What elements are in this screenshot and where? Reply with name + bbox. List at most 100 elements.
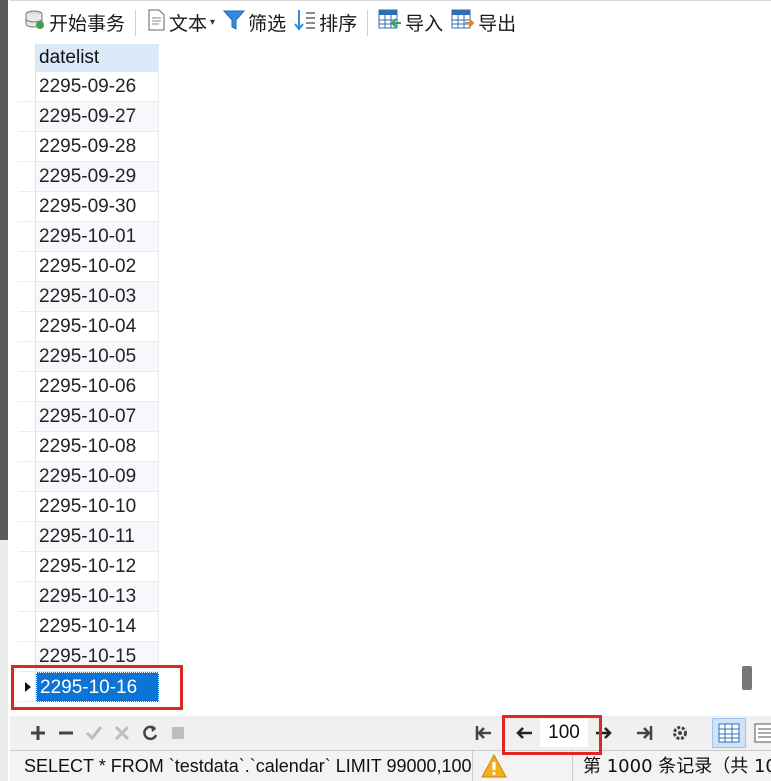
toolbar: 开始事务 文本 ▾ 筛选 排序 导入 导出	[10, 0, 771, 44]
minus-icon[interactable]	[52, 719, 80, 747]
table-cell-datelist[interactable]: 2295-10-01	[36, 222, 159, 252]
form-view-icon[interactable]	[748, 718, 771, 748]
table-row[interactable]: 2295-10-05	[18, 342, 159, 372]
sql-statement: SELECT * FROM `testdata`.`calendar` LIMI…	[24, 755, 472, 776]
result-grid: datelist 2295-09-26 2295-09-27 2295-09-28 2…	[18, 44, 159, 702]
vertical-scrollbar[interactable]	[735, 44, 771, 716]
table-cell-datelist[interactable]: 2295-10-03	[36, 282, 159, 312]
table-row[interactable]: 2295-10-10	[18, 492, 159, 522]
result-grid-area: datelist 2295-09-26 2295-09-27 2295-09-28 2…	[18, 44, 735, 716]
row-header[interactable]	[18, 282, 36, 312]
row-header[interactable]	[18, 552, 36, 582]
table-row[interactable]: 2295-10-06	[18, 372, 159, 402]
table-row[interactable]: 2295-10-11	[18, 522, 159, 552]
document-icon	[146, 9, 169, 36]
table-cell-datelist[interactable]: 2295-10-04	[36, 312, 159, 342]
begin-transaction-button[interactable]: 开始事务	[20, 8, 129, 38]
table-row[interactable]: 2295-09-28	[18, 132, 159, 162]
database-icon	[24, 9, 49, 36]
table-row[interactable]: 2295-10-12	[18, 552, 159, 582]
cross-icon[interactable]	[108, 719, 136, 747]
table-cell-datelist[interactable]: 2295-10-02	[36, 252, 159, 282]
table-cell-datelist[interactable]: 2295-09-29	[36, 162, 159, 192]
table-row[interactable]: 2295-10-09	[18, 462, 159, 492]
column-header-datelist[interactable]: datelist	[36, 44, 159, 72]
row-header[interactable]	[18, 582, 36, 612]
table-row[interactable]: 2295-10-02	[18, 252, 159, 282]
table-cell-datelist[interactable]: 2295-10-09	[36, 462, 159, 492]
stop-icon[interactable]	[164, 719, 192, 747]
table-cell-datelist[interactable]: 2295-10-13	[36, 582, 159, 612]
export-button[interactable]: 导出	[447, 8, 520, 38]
table-row[interactable]: 2295-10-07	[18, 402, 159, 432]
table-cell-datelist[interactable]: 2295-09-26	[36, 72, 159, 102]
table-cell-datelist[interactable]: 2295-10-08	[36, 432, 159, 462]
table-cell-datelist[interactable]: 2295-10-07	[36, 402, 159, 432]
filter-icon	[222, 9, 248, 36]
left-panel-edge	[0, 0, 8, 540]
table-cell-datelist[interactable]: 2295-10-06	[36, 372, 159, 402]
row-header[interactable]	[18, 402, 36, 432]
table-row[interactable]: 2295-10-13	[18, 582, 159, 612]
table-row[interactable]: 2295-09-26	[18, 72, 159, 102]
row-header[interactable]	[18, 222, 36, 252]
import-button[interactable]: 导入	[374, 8, 447, 38]
table-cell-datelist[interactable]: 2295-09-28	[36, 132, 159, 162]
gear-icon[interactable]	[666, 719, 694, 747]
import-label: 导入	[405, 13, 444, 35]
table-cell-datelist[interactable]: 2295-09-30	[36, 192, 159, 222]
grid-header: datelist	[18, 44, 159, 72]
plus-icon[interactable]	[24, 719, 52, 747]
refresh-icon[interactable]	[136, 719, 164, 747]
row-header[interactable]	[18, 372, 36, 402]
row-header[interactable]	[18, 432, 36, 462]
table-row[interactable]: 2295-09-30	[18, 192, 159, 222]
row-header[interactable]	[18, 252, 36, 282]
highlight-selected-row	[11, 665, 183, 710]
table-cell-datelist[interactable]: 2295-10-05	[36, 342, 159, 372]
table-row[interactable]: 2295-10-01	[18, 222, 159, 252]
row-header[interactable]	[18, 162, 36, 192]
table-cell-datelist[interactable]: 2295-10-14	[36, 612, 159, 642]
last-page-icon[interactable]	[630, 719, 658, 747]
text-label: 文本	[169, 13, 208, 35]
export-icon	[451, 8, 478, 37]
table-row[interactable]: 2295-10-08	[18, 432, 159, 462]
import-icon	[378, 8, 405, 37]
row-header[interactable]	[18, 612, 36, 642]
row-header[interactable]	[18, 312, 36, 342]
table-row[interactable]: 2295-10-04	[18, 312, 159, 342]
filter-button[interactable]: 筛选	[219, 8, 290, 38]
row-header[interactable]	[18, 192, 36, 222]
table-cell-datelist[interactable]: 2295-09-27	[36, 102, 159, 132]
row-header[interactable]	[18, 132, 36, 162]
table-row[interactable]: 2295-09-27	[18, 102, 159, 132]
table-row[interactable]: 2295-10-14	[18, 612, 159, 642]
sort-button[interactable]: 排序	[290, 8, 361, 38]
row-header[interactable]	[18, 102, 36, 132]
row-header-corner[interactable]	[18, 44, 36, 72]
warning-icon[interactable]	[472, 750, 572, 781]
begin-transaction-label: 开始事务	[49, 13, 126, 35]
table-cell-datelist[interactable]: 2295-10-12	[36, 552, 159, 582]
text-button[interactable]: 文本 ▾	[142, 8, 219, 38]
highlight-page-size	[502, 715, 602, 755]
scrollbar-thumb[interactable]	[742, 666, 752, 690]
first-page-icon[interactable]	[470, 719, 498, 747]
table-row[interactable]: 2295-10-03	[18, 282, 159, 312]
grid-view-icon[interactable]	[712, 718, 746, 748]
table-row[interactable]: 2295-09-29	[18, 162, 159, 192]
row-header[interactable]	[18, 72, 36, 102]
toolbar-divider	[367, 9, 369, 36]
sort-label: 排序	[319, 13, 358, 35]
row-header[interactable]	[18, 462, 36, 492]
grid-rows: 2295-09-26 2295-09-27 2295-09-28 2295-09-29…	[18, 72, 159, 702]
check-icon[interactable]	[80, 719, 108, 747]
table-cell-datelist[interactable]: 2295-10-11	[36, 522, 159, 552]
row-header[interactable]	[18, 342, 36, 372]
table-cell-datelist[interactable]: 2295-10-10	[36, 492, 159, 522]
toolbar-divider	[135, 9, 137, 36]
row-header[interactable]	[18, 492, 36, 522]
row-header[interactable]	[18, 522, 36, 552]
left-panel-edge-lower	[0, 540, 8, 781]
